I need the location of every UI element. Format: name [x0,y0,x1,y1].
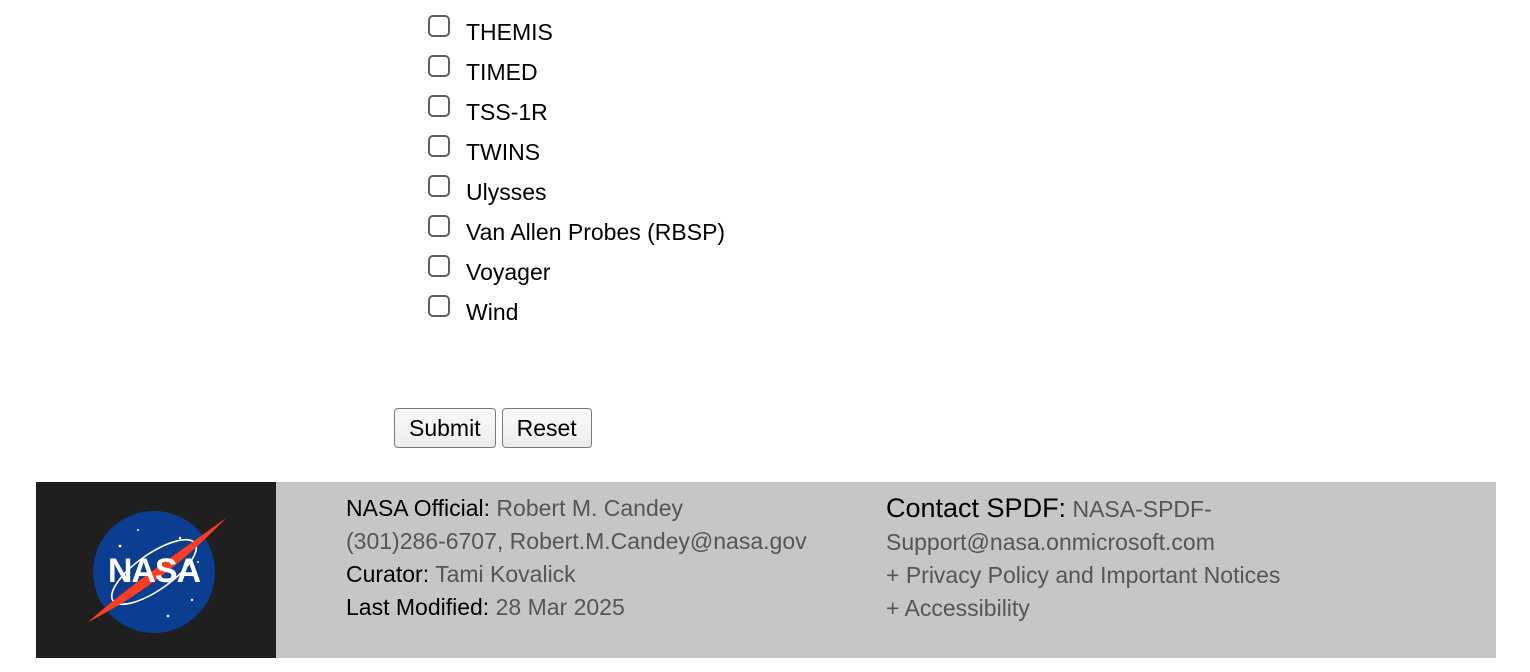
checklist-item-themis[interactable]: THEMIS [428,10,725,50]
checklist-item-wind[interactable]: Wind [428,290,725,330]
nasa-official-label: NASA Official: [346,495,491,521]
checklist-item-ulysses[interactable]: Ulysses [428,170,725,210]
checkbox-label: THEMIS [466,18,553,45]
checkbox-label: Ulysses [466,178,547,205]
nasa-logo-box: NASA [36,482,276,658]
accessibility-link[interactable]: + Accessibility [886,592,1326,625]
curator-label: Curator: [346,561,430,587]
curator-line: Curator: Tami Kovalick [346,558,846,591]
contact-line: Contact SPDF: NASA-SPDF- [886,492,1326,526]
checklist-item-timed[interactable]: TIMED [428,50,725,90]
checkbox-label: Voyager [466,258,551,285]
nasa-official-line: NASA Official: Robert M. Candey [346,492,846,525]
checkbox-timed[interactable] [428,55,450,77]
checkbox-van-allen-probes[interactable] [428,215,450,237]
reset-button[interactable]: Reset [501,408,592,448]
privacy-policy-link[interactable]: + Privacy Policy and Important Notices [886,559,1326,592]
checkbox-themis[interactable] [428,15,450,37]
form-buttons: Submit Reset [394,408,592,448]
footer-contact: Contact SPDF: NASA-SPDF- Support@nasa.on… [886,492,1326,625]
checklist-item-twins[interactable]: TWINS [428,130,725,170]
checkbox-twins[interactable] [428,135,450,157]
checkbox-label: TWINS [466,138,541,165]
contact-email-link-part2[interactable]: Support@nasa.onmicrosoft.com [886,526,1326,559]
checkbox-label: TIMED [466,58,538,85]
site-footer: NASA NASA Official: Robert M. Candey (30… [36,482,1496,658]
checkbox-voyager[interactable] [428,255,450,277]
curator-name: Tami Kovalick [435,561,576,587]
footer-credits: NASA Official: Robert M. Candey (301)286… [346,492,846,624]
last-modified-line: Last Modified: 28 Mar 2025 [346,591,846,624]
checkbox-wind[interactable] [428,295,450,317]
checklist-item-tss-1r[interactable]: TSS-1R [428,90,725,130]
checkbox-label: TSS-1R [466,98,548,125]
mission-checklist: THEMIS TIMED TSS-1R TWINS Ulysses Van Al… [428,10,725,330]
nasa-logo-text: NASA [108,552,201,590]
checkbox-tss-1r[interactable] [428,95,450,117]
page: THEMIS TIMED TSS-1R TWINS Ulysses Van Al… [0,0,1530,672]
checkbox-ulysses[interactable] [428,175,450,197]
last-modified-date: 28 Mar 2025 [495,594,625,620]
last-modified-label: Last Modified: [346,594,490,620]
contact-spdf-label: Contact SPDF: [886,493,1067,523]
nasa-official-name: Robert M. Candey [496,495,684,521]
checkbox-label: Wind [466,298,519,325]
checklist-item-van-allen-probes[interactable]: Van Allen Probes (RBSP) [428,210,725,250]
checklist-item-voyager[interactable]: Voyager [428,250,725,290]
nasa-official-contact: (301)286-6707, Robert.M.Candey@nasa.gov [346,528,807,554]
nasa-meatball-logo-icon: NASA [88,511,226,633]
checkbox-label: Van Allen Probes (RBSP) [466,218,726,245]
submit-button[interactable]: Submit [394,408,496,448]
contact-email-link-part1[interactable]: NASA-SPDF- [1072,496,1211,522]
